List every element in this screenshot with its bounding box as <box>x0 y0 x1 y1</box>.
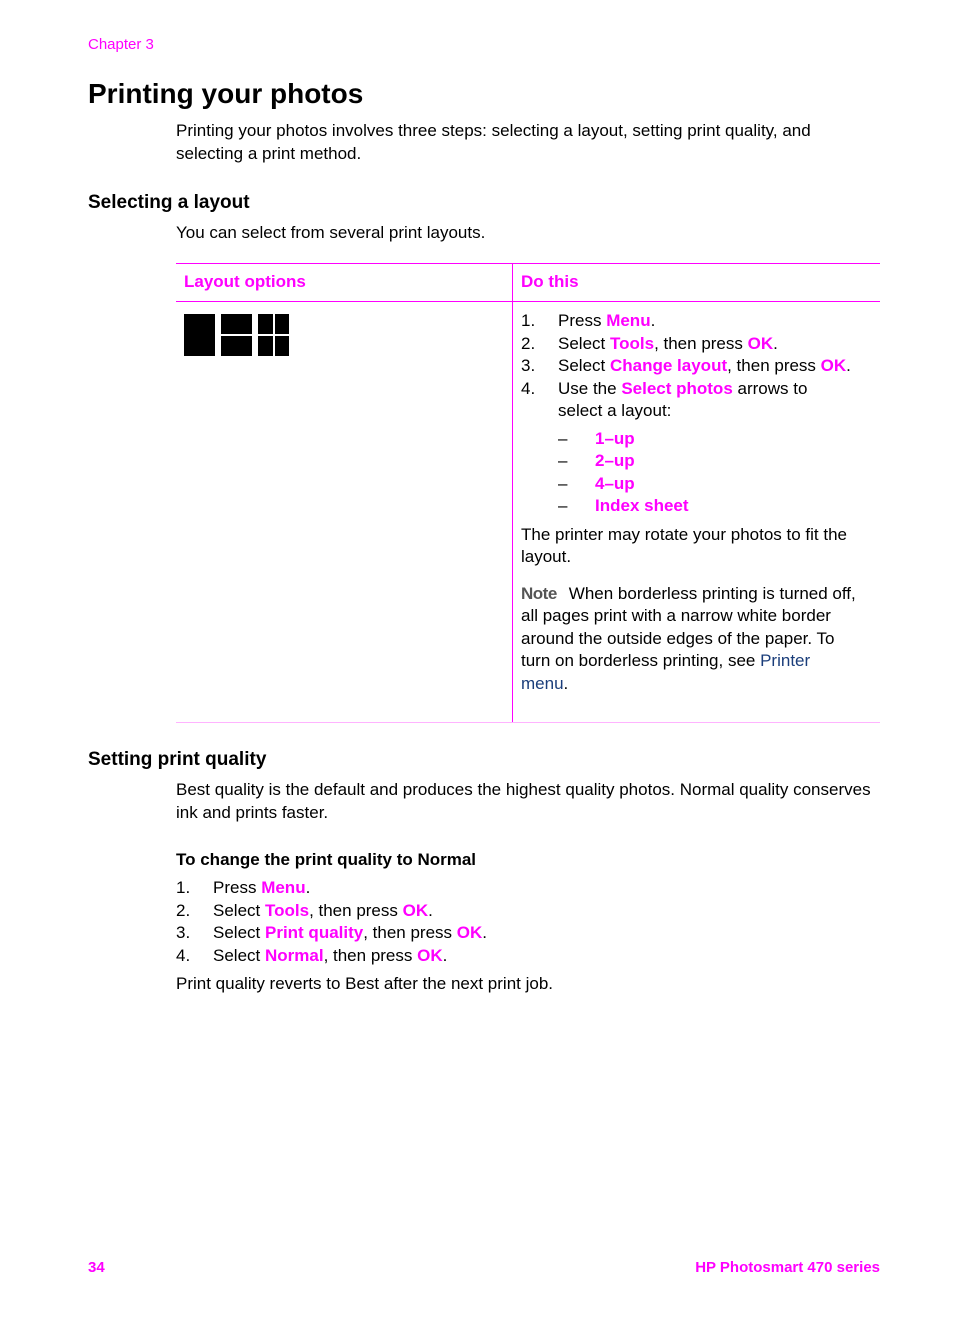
note: Note When borderless printing is turned o… <box>521 583 856 696</box>
step-number: 1. <box>521 311 536 330</box>
step-text: , then press <box>727 356 821 375</box>
step-text: , then press <box>654 333 748 353</box>
option-index-sheet: Index sheet <box>595 496 689 515</box>
column-header-do-this: Do this <box>512 264 864 301</box>
option-1up: 1–up <box>595 428 635 448</box>
step-text: . <box>482 923 488 942</box>
list-item: – Index sheet <box>558 495 856 518</box>
step-text: . <box>650 311 656 330</box>
step-number: 3. <box>176 923 191 942</box>
layout-steps: 1. Press Menu. 2. Select Tools, then press… <box>521 310 856 518</box>
menu-name: Tools <box>609 333 655 353</box>
list-item: 4. Use the Select photos arrows to select… <box>521 378 856 518</box>
step-text: . <box>846 356 851 375</box>
list-item: – 4–up <box>558 473 856 496</box>
menu-name: Change layout <box>609 356 728 375</box>
step-text: . <box>773 333 778 353</box>
step-number: 2. <box>176 900 191 920</box>
button-name: OK <box>417 945 443 965</box>
step-text: , then press <box>363 923 457 942</box>
button-name: Select photos <box>621 378 733 398</box>
step-text: Press <box>558 311 607 330</box>
step-text: Select <box>558 356 610 375</box>
list-item: 4. Select Normal, then press OK. <box>176 945 876 968</box>
step-text: Select <box>213 900 265 920</box>
page-title: Printing your photos <box>88 78 364 109</box>
chapter-label: Chapter 3 <box>88 36 154 53</box>
quality-steps: 1. Press Menu. 2. Select Tools, then press… <box>176 877 876 967</box>
step-text: Use the <box>558 378 622 398</box>
dash-bullet: – <box>558 451 568 470</box>
rotate-note: The printer may rotate your photos to fi… <box>521 524 847 567</box>
layout-options-cell <box>176 302 512 722</box>
dash-bullet: – <box>558 496 568 515</box>
button-name: Menu <box>261 878 306 897</box>
step-text: Select <box>213 945 265 965</box>
list-item: – 1–up <box>558 428 856 451</box>
step-text: . <box>442 945 448 965</box>
table-header: Layout options Do this <box>176 263 880 302</box>
button-name: OK <box>747 333 774 353</box>
step-text: Press <box>213 878 262 897</box>
table-row: 1. Press Menu. 2. Select Tools, then press… <box>176 302 880 723</box>
button-name: OK <box>820 356 847 375</box>
button-name: OK <box>402 900 429 920</box>
step-text: , then press <box>309 900 403 920</box>
menu-name: Normal <box>264 945 324 965</box>
list-item: 2. Select Tools, then press OK. <box>176 900 876 923</box>
layout-table: Layout options Do this 1. Press Menu. 2. S… <box>176 263 880 723</box>
intro-paragraph: Printing your photos involves three step… <box>176 121 811 163</box>
section-heading-layout: Selecting a layout <box>88 192 250 213</box>
dash-bullet: – <box>558 428 568 448</box>
quality-after-paragraph: Print quality reverts to Best after the … <box>176 974 554 993</box>
list-item: 1. Press Menu. <box>176 877 876 900</box>
layout-1up-icon <box>184 314 215 356</box>
list-item: 1. Press Menu. <box>521 310 856 333</box>
section-heading-quality: Setting print quality <box>88 749 267 770</box>
button-name: OK <box>456 923 483 942</box>
layout-paragraph: You can select from several print layout… <box>176 223 486 242</box>
note-end: . <box>563 673 569 693</box>
option-2up: 2–up <box>595 451 635 470</box>
layout-icons <box>184 314 504 356</box>
step-number: 3. <box>521 356 536 375</box>
step-text: . <box>305 878 311 897</box>
column-header-layout-options: Layout options <box>184 272 306 291</box>
step-number: 4. <box>176 945 191 965</box>
page-number: 34 <box>88 1259 105 1276</box>
step-text: , then press <box>323 945 418 965</box>
list-item: – 2–up <box>558 450 856 473</box>
step-number: 2. <box>521 333 536 353</box>
step-number: 4. <box>521 378 536 398</box>
layout-2up-icon <box>221 314 252 356</box>
do-this-cell: 1. Press Menu. 2. Select Tools, then press… <box>512 302 864 722</box>
list-item: 2. Select Tools, then press OK. <box>521 333 856 356</box>
step-number: 1. <box>176 878 191 897</box>
option-4up: 4–up <box>595 473 635 493</box>
product-name: HP Photosmart 470 series <box>695 1259 880 1276</box>
note-label: Note <box>521 583 557 603</box>
layout-options-list: – 1–up – 2–up – 4–up – Index sheet <box>558 428 856 518</box>
step-text: Select <box>558 333 610 353</box>
quality-paragraph: Best quality is the default and produces… <box>176 780 871 822</box>
dash-bullet: – <box>558 473 568 493</box>
list-item: 3. Select Print quality, then press OK. <box>176 922 876 945</box>
menu-name: Tools <box>264 900 310 920</box>
procedure-heading: To change the print quality to Normal <box>176 850 477 869</box>
button-name: Menu <box>606 311 651 330</box>
step-text: Select <box>213 923 265 942</box>
list-item: 3. Select Change layout, then press OK. <box>521 355 856 378</box>
layout-4up-icon <box>258 314 289 356</box>
menu-name: Print quality <box>264 923 364 942</box>
step-text: . <box>428 900 433 920</box>
